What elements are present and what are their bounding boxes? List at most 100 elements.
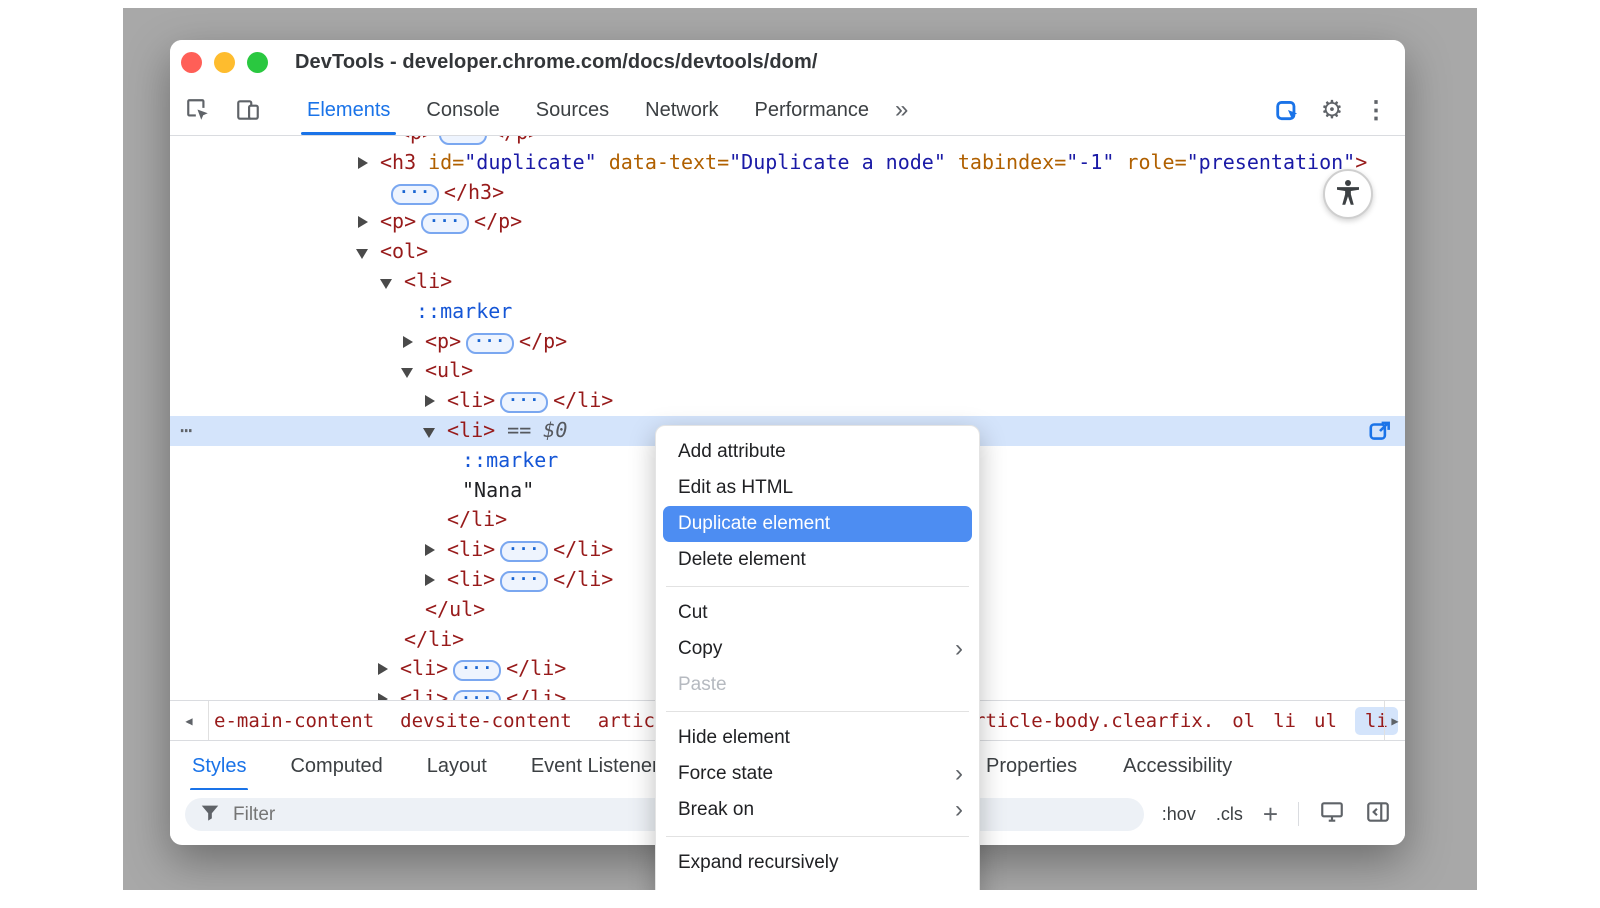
tab-sources[interactable]: Sources: [518, 85, 627, 135]
tab-styles[interactable]: Styles: [192, 741, 246, 791]
tag-close: </p>: [474, 209, 522, 233]
collapse-arrow-icon[interactable]: [356, 249, 368, 259]
inline-expand-icon[interactable]: ···: [500, 541, 548, 562]
close-window-button[interactable]: [181, 52, 202, 73]
expand-arrow-icon[interactable]: [378, 693, 388, 700]
menu-item-hide-element[interactable]: Hide element: [656, 720, 979, 756]
menu-item-edit-as-html[interactable]: Edit as HTML: [656, 470, 979, 506]
breadcrumb-item[interactable]: devsite-content: [400, 710, 572, 732]
breadcrumb-item[interactable]: li: [1273, 710, 1296, 732]
expand-arrow-icon[interactable]: [425, 544, 435, 556]
element-action-badge-icon[interactable]: [1367, 418, 1393, 444]
inspect-element-icon[interactable]: [185, 97, 211, 123]
breadcrumb-item[interactable]: e-main-content: [214, 710, 374, 732]
breadcrumb-item[interactable]: ol: [1232, 710, 1255, 732]
tree-row-li[interactable]: <li>···</li>: [170, 386, 1405, 416]
inline-expand-icon[interactable]: ···: [500, 392, 548, 413]
tag-close: </li>: [404, 627, 464, 651]
tag-close: </h3>: [444, 180, 504, 204]
collapse-arrow-icon[interactable]: [380, 279, 392, 289]
menu-item-label: Collapse children: [678, 888, 824, 890]
expand-arrow-icon[interactable]: [358, 157, 368, 169]
breadcrumb-scroll-left-icon[interactable]: ◀: [170, 701, 209, 741]
tab-properties[interactable]: Properties: [986, 741, 1077, 791]
expand-arrow-icon[interactable]: [425, 574, 435, 586]
menu-item-copy[interactable]: Copy›: [656, 631, 979, 667]
menu-item-delete-element[interactable]: Delete element: [656, 542, 979, 578]
minimize-window-button[interactable]: [214, 52, 235, 73]
more-tabs-icon[interactable]: »: [895, 96, 908, 124]
menu-item-label: Force state: [678, 763, 773, 785]
tag-close: </li>: [553, 567, 613, 591]
collapse-arrow-icon[interactable]: [423, 428, 435, 438]
panel-tab-strip: Elements Console Sources Network Perform…: [289, 85, 887, 135]
expand-arrow-icon[interactable]: [358, 216, 368, 228]
tab-computed[interactable]: Computed: [290, 741, 382, 791]
tag-open: <li>: [447, 537, 495, 561]
settings-gear-icon[interactable]: ⚙: [1319, 97, 1345, 123]
tag-close: </li>: [506, 686, 566, 700]
filter-bar-controls: :hov .cls +: [1162, 790, 1391, 838]
menu-item-label: Hide element: [678, 727, 790, 749]
menu-item-break-on[interactable]: Break on›: [656, 792, 979, 828]
menu-item-expand-recursively[interactable]: Expand recursively: [656, 845, 979, 881]
tab-event-listeners[interactable]: Event Listeners: [531, 741, 669, 791]
inline-expand-icon[interactable]: ···: [453, 660, 501, 681]
tree-row-marker[interactable]: ::marker: [170, 297, 1405, 327]
new-style-rule-button[interactable]: +: [1263, 804, 1278, 824]
tree-row-clipped-top[interactable]: <p>···</p>: [170, 136, 1405, 148]
inline-expand-icon[interactable]: ···: [391, 184, 439, 205]
tag-open: <li>: [447, 418, 495, 442]
toggle-class-button[interactable]: .cls: [1216, 804, 1243, 825]
extension-inspect-icon[interactable]: [1275, 97, 1301, 123]
breadcrumb-scroll-right-icon[interactable]: ▶: [1384, 701, 1405, 741]
tree-row-ul[interactable]: <ul>: [170, 356, 1405, 386]
expand-arrow-icon[interactable]: [425, 395, 435, 407]
collapse-arrow-icon[interactable]: [401, 368, 413, 378]
tree-row-h3[interactable]: <h3id="duplicate"data-text="Duplicate a …: [170, 148, 1405, 178]
inline-expand-icon[interactable]: ···: [500, 571, 548, 592]
tree-row-p[interactable]: <p>···</p>: [170, 207, 1405, 237]
tab-accessibility[interactable]: Accessibility: [1123, 741, 1232, 791]
accessibility-widget-button[interactable]: [1323, 169, 1373, 219]
filter-funnel-icon: [199, 801, 221, 828]
tab-elements[interactable]: Elements: [289, 85, 408, 135]
inline-expand-icon[interactable]: ···: [439, 136, 487, 145]
device-toolbar-icon[interactable]: [235, 97, 261, 123]
attr-value: "presentation": [1187, 150, 1356, 174]
attr-value: "Duplicate a node": [729, 150, 946, 174]
tab-console[interactable]: Console: [408, 85, 517, 135]
tree-row-ol[interactable]: <ol>: [170, 237, 1405, 267]
tab-layout[interactable]: Layout: [427, 741, 487, 791]
toggle-hover-state-button[interactable]: :hov: [1162, 804, 1196, 825]
tab-performance[interactable]: Performance: [737, 85, 888, 135]
tag-close: </li>: [553, 388, 613, 412]
inline-expand-icon[interactable]: ···: [453, 690, 501, 700]
rendering-emulation-icon[interactable]: [1319, 799, 1345, 830]
tab-network[interactable]: Network: [627, 85, 736, 135]
tree-row-li[interactable]: <li>: [170, 267, 1405, 297]
menu-item-duplicate-element[interactable]: Duplicate element: [663, 506, 972, 542]
toggle-sidebar-icon[interactable]: [1365, 799, 1391, 830]
tag-open: <li>: [447, 388, 495, 412]
menu-item-add-attribute[interactable]: Add attribute: [656, 434, 979, 470]
tag-open: <p>: [425, 329, 461, 353]
breadcrumb-item[interactable]: ul: [1314, 710, 1337, 732]
tree-row-p[interactable]: <p>···</p>: [170, 327, 1405, 357]
expand-arrow-icon[interactable]: [403, 336, 413, 348]
menu-item-collapse-children-clipped[interactable]: Collapse children: [656, 881, 979, 890]
attr-name: data-text=: [609, 150, 729, 174]
row-overflow-dots-icon[interactable]: ⋯: [180, 416, 192, 446]
tree-row-h3-close[interactable]: ···</h3>: [170, 178, 1405, 208]
attr-name: tabindex=: [958, 150, 1066, 174]
menu-item-force-state[interactable]: Force state›: [656, 756, 979, 792]
inline-expand-icon[interactable]: ···: [466, 333, 514, 354]
inline-expand-icon[interactable]: ···: [421, 213, 469, 234]
vertical-divider: [1298, 802, 1299, 826]
kebab-menu-icon[interactable]: ⋮: [1363, 97, 1389, 123]
breadcrumb-item[interactable]: rticle-body.clearfix.: [974, 710, 1214, 732]
expand-arrow-icon[interactable]: [378, 663, 388, 675]
maximize-window-button[interactable]: [247, 52, 268, 73]
filter-input[interactable]: [231, 803, 535, 827]
menu-item-cut[interactable]: Cut: [656, 595, 979, 631]
